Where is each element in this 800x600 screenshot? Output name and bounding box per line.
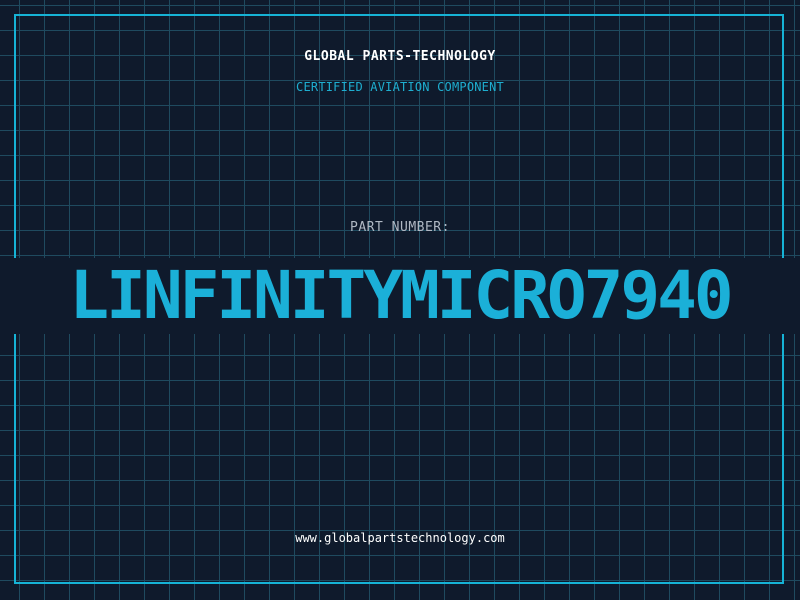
company-name: GLOBAL PARTS-TECHNOLOGY xyxy=(304,49,496,64)
page: GLOBAL PARTS-TECHNOLOGY CERTIFIED AVIATI… xyxy=(0,0,800,600)
tagline: CERTIFIED AVIATION COMPONENT xyxy=(296,80,504,94)
part-number-value: LINFINITYMICRO7940 xyxy=(69,258,733,334)
part-number-label: PART NUMBER: xyxy=(350,220,450,235)
website-url: www.globalpartstechnology.com xyxy=(295,531,505,545)
